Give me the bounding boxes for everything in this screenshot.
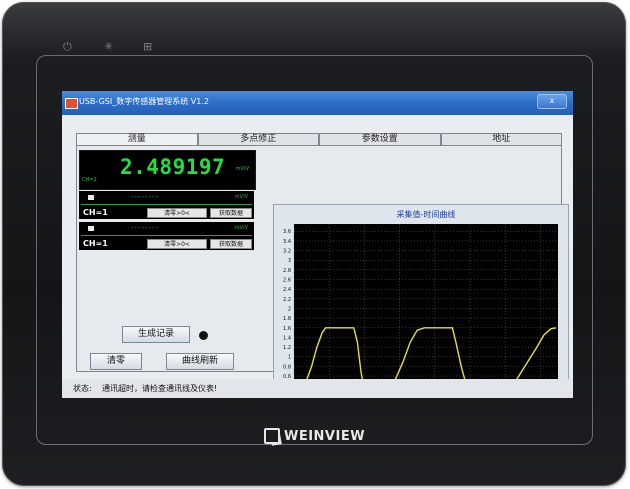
measure-panel: 2.489197 mV/V CH=2 -------- mV/V CH=1 清零… (76, 145, 569, 398)
y-tick-label: 2.6 (283, 278, 291, 284)
window-title: USB-GSI_数字传感器管理系统 V1.2 (79, 97, 209, 106)
weinview-logo-icon (264, 428, 280, 444)
channel-unit: mV/V (234, 194, 248, 200)
channel-unit: mV/V (234, 225, 248, 231)
power-icon: ⏻ (63, 40, 72, 53)
y-tick-label: 2 (288, 306, 291, 312)
y-tick-label: 3.4 (283, 239, 291, 245)
status-label: 状态: (73, 384, 92, 393)
tab-bar: 测量 多点修正 参数设置 地址 (76, 133, 562, 145)
y-tick-label: 2.4 (283, 287, 291, 293)
tab-multipoint-correction[interactable]: 多点修正 (197, 133, 319, 145)
y-tick-label: 3 (288, 258, 291, 264)
channel-panel-1: -------- mV/V CH=1 清零>0< 获取数据 (79, 191, 254, 219)
zero-channel-button[interactable]: 清零>0< (147, 208, 207, 218)
channel-indicator[interactable] (88, 195, 94, 200)
y-tick-label: 3.6 (283, 229, 291, 235)
status-bar: 状态: 通讯超时，请检查通讯线及仪表! (62, 379, 573, 398)
record-status-indicator (199, 331, 208, 340)
y-tick-label: 2.8 (283, 268, 291, 274)
y-tick-label: 2.2 (283, 297, 291, 303)
channel-value: -------- (131, 193, 160, 201)
plot-area (294, 224, 558, 398)
y-tick-label: 1.8 (283, 316, 291, 322)
read-data-button[interactable]: 获取数据 (210, 239, 252, 249)
close-button[interactable]: x (537, 94, 567, 109)
main-readout-value: 2.489197 (120, 155, 226, 179)
tab-measure[interactable]: 测量 (76, 133, 198, 145)
brand-logo: WEINVIEW (264, 426, 384, 446)
chart-container: 采集值-时间曲线00.20.40.60.811.21.41.61.822.22.… (273, 204, 569, 398)
main-readout: 2.489197 mV/V CH=2 (79, 150, 256, 190)
channel-panel-2: -------- mV/V CH=1 清零>0< 获取数据 (79, 222, 254, 250)
y-tick-label: 1.2 (283, 345, 291, 351)
channel-number: CH=1 (83, 208, 108, 217)
y-tick-label: 0.8 (283, 364, 291, 370)
brand-name: WEINVIEW (284, 428, 366, 444)
y-tick-label: 1.6 (283, 326, 291, 332)
zero-channel-button[interactable]: 清零>0< (147, 239, 207, 249)
app-icon (65, 98, 78, 109)
generate-record-button[interactable]: 生成记录 (122, 326, 190, 343)
main-readout-channel: CH=2 (82, 177, 97, 183)
y-tick-label: 1 (288, 355, 291, 361)
y-tick-label: 1.4 (283, 335, 291, 341)
chart-title: 采集值-时间曲线 (397, 209, 456, 219)
zero-button[interactable]: 清零 (90, 353, 142, 370)
main-readout-unit: mV/V (235, 166, 249, 172)
tab-parameter-settings[interactable]: 参数设置 (319, 133, 441, 145)
divider (81, 204, 252, 205)
refresh-curve-button[interactable]: 曲线刷新 (166, 353, 234, 370)
network-icon: ⊞ (143, 40, 153, 53)
divider (81, 235, 252, 236)
window-titlebar: USB-GSI_数字传感器管理系统 V1.2 x (62, 91, 573, 115)
sun-icon: ✳ (104, 40, 114, 53)
channel-value: -------- (131, 224, 160, 232)
status-message: 通讯超时，请检查通讯线及仪表! (102, 384, 218, 393)
channel-number: CH=1 (83, 239, 108, 248)
y-tick-label: 3.2 (283, 249, 291, 255)
app-screen: USB-GSI_数字传感器管理系统 V1.2 x 测量 多点修正 参数设置 地址… (62, 91, 573, 398)
value-time-chart: 采集值-时间曲线00.20.40.60.811.21.41.61.822.22.… (283, 209, 558, 398)
read-data-button[interactable]: 获取数据 (210, 208, 252, 218)
channel-indicator[interactable] (88, 226, 94, 231)
tab-address[interactable]: 地址 (440, 133, 562, 145)
